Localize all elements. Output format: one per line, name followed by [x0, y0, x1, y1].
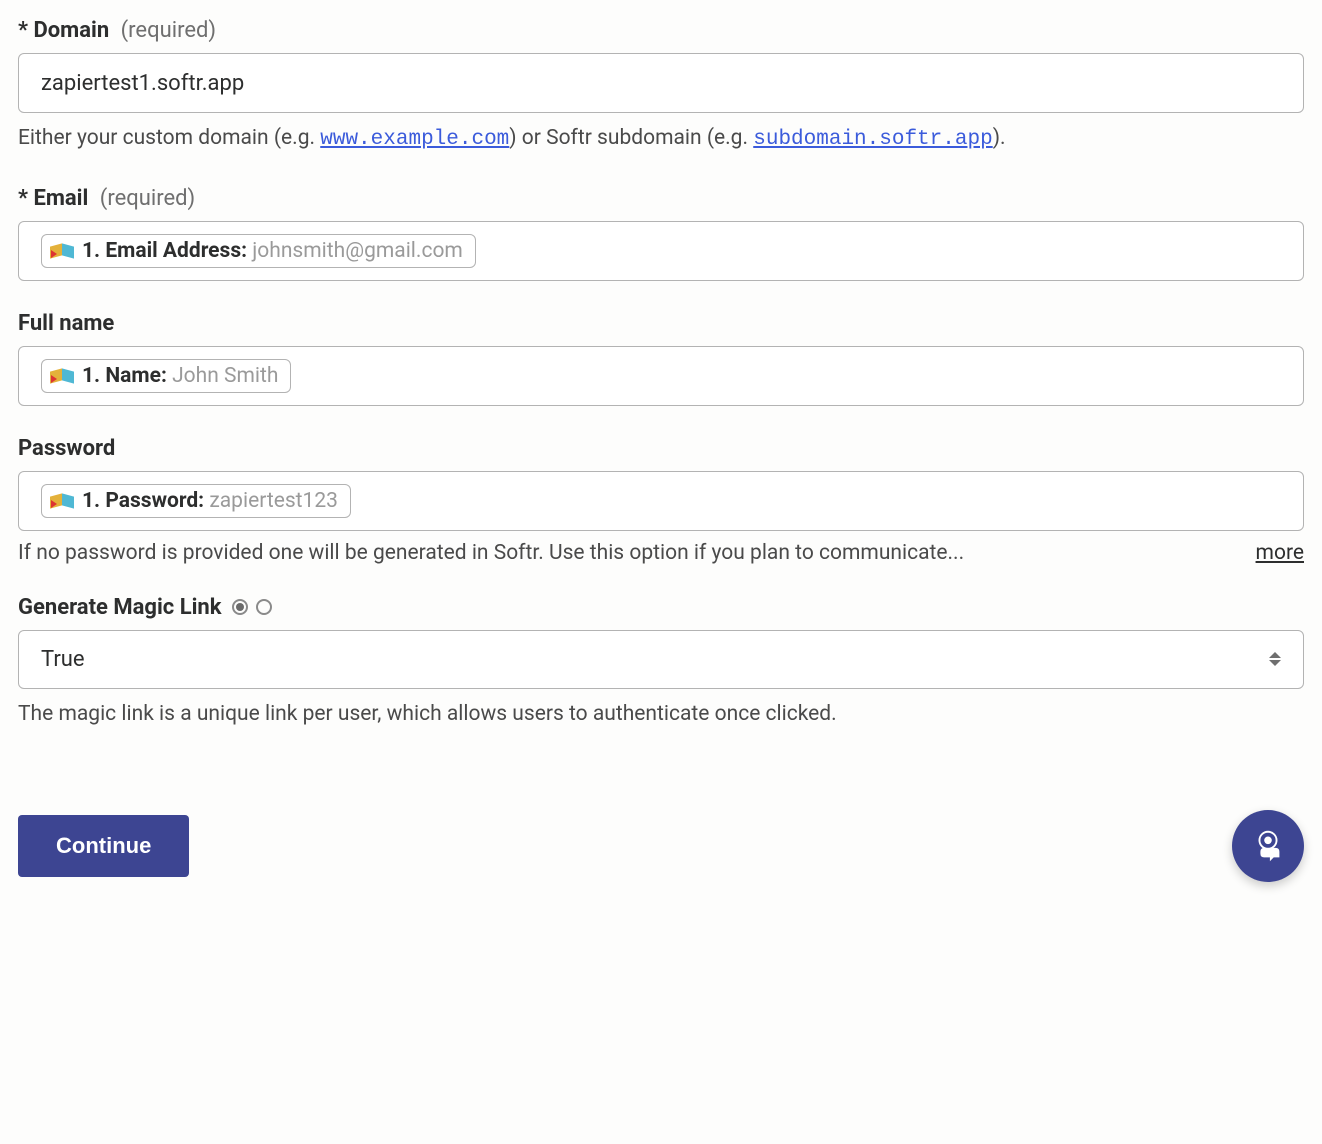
zapier-icon	[50, 489, 74, 513]
fullname-label: Full name	[18, 311, 114, 336]
footer-bar: Continue	[18, 780, 1304, 882]
domain-label: Domain	[33, 18, 109, 43]
magic-radio-off[interactable]	[256, 599, 272, 615]
continue-button[interactable]: Continue	[18, 815, 189, 877]
password-label-row: Password	[18, 436, 1304, 461]
help-chat-icon	[1249, 827, 1287, 865]
magic-field-group: Generate Magic Link True The magic link …	[18, 595, 1304, 731]
magic-label-row: Generate Magic Link	[18, 595, 1304, 620]
required-asterisk: *	[18, 18, 28, 43]
password-pill-label: 1. Password:	[82, 489, 209, 513]
password-input[interactable]: 1. Password: zapiertest123	[18, 471, 1304, 531]
required-asterisk: *	[18, 186, 28, 211]
example-domain-link[interactable]: www.example.com	[320, 128, 509, 151]
password-field-group: Password 1. Password: zapiertest123 If n…	[18, 436, 1304, 565]
magic-select-value: True	[41, 647, 85, 672]
zapier-icon	[50, 364, 74, 388]
select-chevron-icon	[1269, 652, 1281, 666]
password-help-text: If no password is provided one will be g…	[18, 541, 964, 565]
fullname-label-row: Full name	[18, 311, 1304, 336]
email-pill-label: 1. Email Address:	[82, 239, 252, 263]
fullname-field-group: Full name 1. Name: John Smith	[18, 311, 1304, 406]
domain-label-row: * Domain (required)	[18, 18, 1304, 43]
zapier-icon	[50, 239, 74, 263]
fullname-input[interactable]: 1. Name: John Smith	[18, 346, 1304, 406]
email-pill[interactable]: 1. Email Address: johnsmith@gmail.com	[41, 234, 476, 268]
email-input[interactable]: 1. Email Address: johnsmith@gmail.com	[18, 221, 1304, 281]
magic-label: Generate Magic Link	[18, 595, 222, 620]
more-link[interactable]: more	[1256, 541, 1304, 565]
softr-subdomain-link[interactable]: subdomain.softr.app	[753, 128, 992, 151]
domain-value: zapiertest1.softr.app	[41, 71, 244, 96]
required-text: (required)	[100, 186, 195, 211]
password-label: Password	[18, 436, 115, 461]
email-field-group: * Email (required) 1. Email Address: joh…	[18, 186, 1304, 281]
magic-help-text: The magic link is a unique link per user…	[18, 699, 1304, 731]
fullname-pill-label: 1. Name:	[82, 364, 172, 388]
magic-radio-group	[232, 599, 272, 615]
domain-field-group: * Domain (required) zapiertest1.softr.ap…	[18, 18, 1304, 156]
magic-radio-on[interactable]	[232, 599, 248, 615]
domain-help-text: Either your custom domain (e.g. www.exam…	[18, 123, 1304, 156]
magic-select[interactable]: True	[18, 630, 1304, 689]
password-pill[interactable]: 1. Password: zapiertest123	[41, 484, 351, 518]
password-help-row: If no password is provided one will be g…	[18, 541, 1304, 565]
email-pill-value: johnsmith@gmail.com	[252, 239, 463, 263]
help-fab[interactable]	[1232, 810, 1304, 882]
required-text: (required)	[121, 18, 216, 43]
fullname-pill-value: John Smith	[172, 364, 278, 388]
domain-input[interactable]: zapiertest1.softr.app	[18, 53, 1304, 113]
password-pill-value: zapiertest123	[209, 489, 338, 513]
email-label-row: * Email (required)	[18, 186, 1304, 211]
email-label: Email	[33, 186, 88, 211]
fullname-pill[interactable]: 1. Name: John Smith	[41, 359, 291, 393]
